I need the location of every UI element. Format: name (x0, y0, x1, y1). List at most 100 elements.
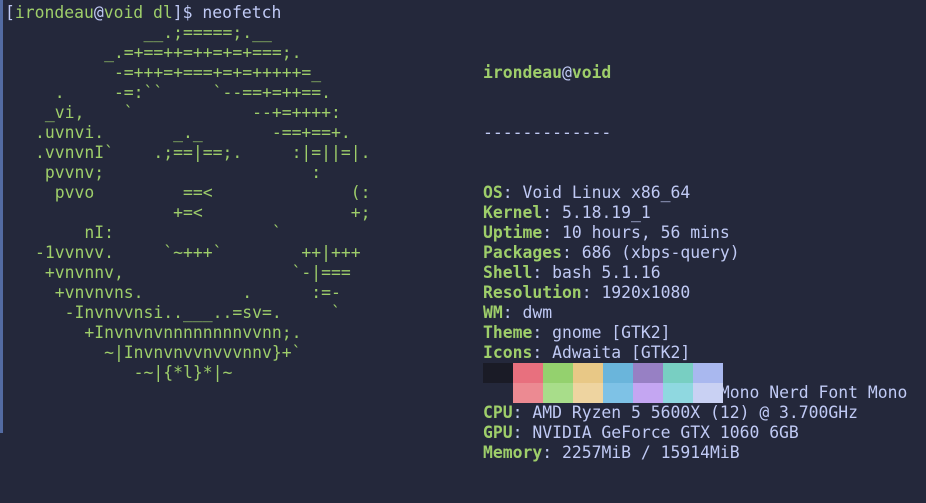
info-key: Kernel (483, 203, 543, 222)
logo-line: -=+++=+===+=+=+++++=_ (35, 63, 322, 82)
info-title-user: irondeau (483, 63, 562, 82)
palette-swatch (543, 383, 573, 403)
logo-line: pvvnv; : (35, 163, 322, 182)
palette-swatch (693, 363, 723, 383)
prompt-host: void (103, 3, 144, 22)
info-key: Icons (483, 343, 533, 362)
logo-line: __.;=====;.__ (35, 23, 272, 42)
palette-swatch (633, 363, 663, 383)
info-key-separator: : (532, 343, 553, 362)
info-row: OS: Void Linux x86_64 (483, 183, 907, 203)
palette-bright-row (483, 383, 723, 403)
info-key-separator: : (502, 183, 523, 202)
palette-swatch (693, 383, 723, 403)
info-key: Memory (483, 443, 543, 462)
prompt-directory: dl (143, 3, 173, 22)
info-row: Resolution: 1920x1080 (483, 283, 907, 303)
info-value: Adwaita [GTK2] (552, 343, 691, 362)
palette-normal-row (483, 363, 723, 383)
logo-line: nI: ` (35, 223, 282, 242)
info-value: gnome [GTK2] (552, 323, 671, 342)
void-linux-ascii-logo: __.;=====;.__ _.=+==++=++=+=+===;. -=+++… (35, 23, 371, 383)
info-value: 686 (xbps-query) (581, 243, 740, 262)
info-key-separator: : (542, 203, 562, 222)
logo-line: _.=+==++=++=+=+===;. (35, 43, 302, 62)
info-row: CPU: AMD Ryzen 5 5600X (12) @ 3.700GHz (483, 403, 907, 423)
info-separator-text: ------------- (483, 123, 612, 142)
prompt-symbol: ]$ (172, 3, 203, 22)
palette-swatch (483, 363, 513, 383)
prompt-open-bracket: [ (5, 3, 15, 22)
info-value: AMD Ryzen 5 5600X (12) @ 3.700GHz (532, 403, 859, 422)
info-title: irondeau@void (483, 63, 907, 83)
info-value: Void Linux x86_64 (522, 183, 691, 202)
palette-swatch (633, 383, 663, 403)
palette-swatch (483, 383, 513, 403)
palette-swatch (573, 363, 603, 383)
info-key-separator: : (542, 443, 562, 462)
logo-line: +=< +; (35, 203, 371, 222)
palette-swatch (573, 383, 603, 403)
logo-line: _vi, ` --+=++++: (35, 103, 341, 122)
info-row: WM: dwm (483, 303, 907, 323)
info-row: GPU: NVIDIA GeForce GTX 1060 6GB (483, 423, 907, 443)
logo-line: .uvnvi. _._ -==+==+. (35, 123, 351, 142)
palette-swatch (543, 363, 573, 383)
info-key: WM (483, 303, 503, 322)
info-key: Shell (483, 263, 533, 282)
info-key: Uptime (483, 223, 543, 242)
logo-line: +vnvnnv, `-|=== (35, 263, 351, 282)
info-row: Uptime: 10 hours, 56 mins (483, 223, 907, 243)
info-value: 5.18.19_1 (561, 203, 651, 222)
info-key-separator: : (502, 303, 523, 322)
logo-line: +Invnvnvnnnnnnnnvvnn;. (35, 323, 302, 342)
info-key: Packages (483, 243, 562, 262)
info-value: 1920x1080 (601, 283, 691, 302)
logo-line: pvvo ==< (: (35, 183, 371, 202)
info-key-separator: : (542, 223, 562, 242)
logo-line: .vvnvnI` .;==|==;. :|=||=|. (35, 143, 371, 162)
info-key-separator: : (512, 403, 533, 422)
info-row: Shell: bash 5.1.16 (483, 263, 907, 283)
palette-swatch (663, 363, 693, 383)
info-value: dwm (522, 303, 553, 322)
prompt-user: irondeau (14, 3, 94, 22)
palette-swatch (603, 363, 633, 383)
info-key: Theme (483, 323, 533, 342)
logo-line: -Invnvvnsi..___..=sv=. ` (35, 303, 341, 322)
info-key: Resolution (483, 283, 582, 302)
logo-line: +vnvnvns. . :=- (35, 283, 341, 302)
info-row: Memory: 2257MiB / 15914MiB (483, 443, 907, 463)
terminal-window[interactable]: [irondeau@void dl]$ neofetch __.;=====;.… (0, 0, 926, 462)
palette-swatch (513, 383, 543, 403)
info-title-at: @ (561, 63, 572, 82)
info-key-separator: : (581, 283, 602, 302)
logo-line: -~|{*l}*|~ (35, 363, 233, 382)
info-title-host: void (571, 63, 612, 82)
palette-swatch (603, 383, 633, 403)
info-key-separator: : (561, 243, 582, 262)
system-info-panel: irondeau@void ------------- OS: Void Lin… (483, 23, 907, 503)
logo-line: -1vvnvv. `~+++` ++|+++ (35, 243, 361, 262)
info-key: CPU (483, 403, 513, 422)
info-row: Packages: 686 (xbps-query) (483, 243, 907, 263)
info-row: Kernel: 5.18.19_1 (483, 203, 907, 223)
info-row: Theme: gnome [GTK2] (483, 323, 907, 343)
prompt-command: neofetch (202, 3, 282, 22)
logo-line: . -=:`` `--==+=++==. (35, 83, 332, 102)
info-separator: ------------- (483, 123, 907, 143)
palette-swatch (513, 363, 543, 383)
prompt-at: @ (93, 3, 104, 22)
info-rows: OS: Void Linux x86_64 Kernel: 5.18.19_1 Up… (483, 183, 907, 463)
info-value: bash 5.1.16 (552, 263, 661, 282)
info-key-separator: : (532, 323, 553, 342)
shell-prompt-line: [irondeau@void dl]$ neofetch (5, 3, 281, 23)
logo-line: ~|Invnvnvvnvvvnnv}+` (35, 343, 302, 362)
color-palette (483, 363, 723, 403)
info-key-separator: : (532, 263, 553, 282)
palette-swatch (663, 383, 693, 403)
info-key: OS (483, 183, 503, 202)
info-row: Icons: Adwaita [GTK2] (483, 343, 907, 363)
info-value: 2257MiB / 15914MiB (561, 443, 740, 462)
window-focus-border (0, 0, 3, 433)
